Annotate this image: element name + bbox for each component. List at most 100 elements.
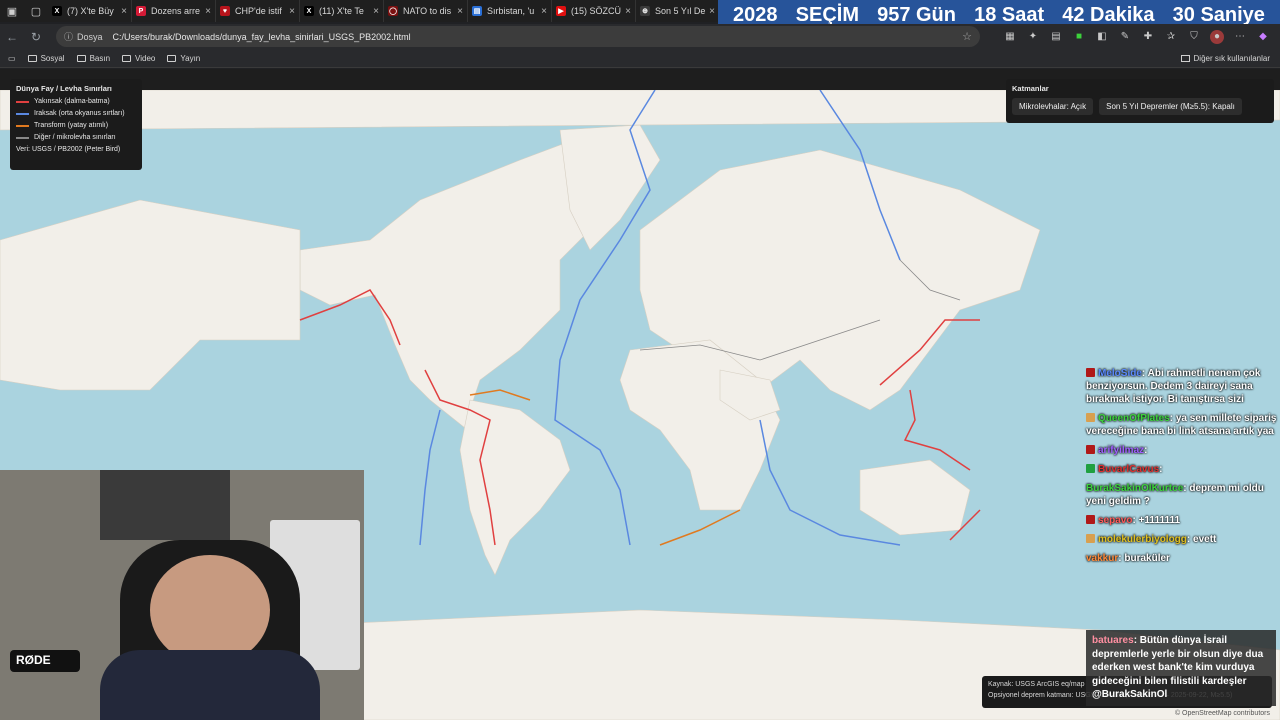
legend-title: Dünya Fay / Levha Sınırları xyxy=(16,84,112,93)
extension-icon[interactable]: ✦ xyxy=(1026,30,1040,44)
scheme-label: Dosya xyxy=(77,31,103,42)
chat-badge-icon xyxy=(1086,413,1095,422)
chat-username: arifyilmaz xyxy=(1098,445,1145,456)
chat-badge-icon xyxy=(1086,368,1095,377)
chat-username: BuvarlCavus xyxy=(1098,464,1160,475)
toggle-earthquakes-button[interactable]: Son 5 Yıl Depremler (M≥5.5): Kapalı xyxy=(1099,98,1242,115)
chat-badge-icon xyxy=(1086,464,1095,473)
webcam-overlay: RØDE xyxy=(0,470,364,720)
chat-message: QueenOfPlates: ya sen millete sipariş ve… xyxy=(1086,413,1277,437)
address-bar[interactable]: ⓘ Dosya C:/Users/burak/Downloads/dunya_f… xyxy=(56,26,980,47)
shield-icon[interactable]: ⛉ xyxy=(1187,30,1201,44)
tab-title: Son 5 Yıl De xyxy=(655,6,706,16)
chat-message: MeloSide: Abi rahmetli nenem çok benziyo… xyxy=(1086,368,1261,405)
person xyxy=(150,555,270,665)
browser-tab[interactable]: P Dozens arre × xyxy=(132,0,216,22)
legend-label: Yakınsak (dalma-batma) xyxy=(34,98,110,105)
tab-title: (15) SÖZCÜ xyxy=(571,6,622,16)
extension-icon[interactable]: ▤ xyxy=(1049,30,1063,44)
microphone: RØDE xyxy=(10,650,80,672)
copilot-icon[interactable]: ◆ xyxy=(1256,30,1270,44)
folder-icon xyxy=(76,55,86,62)
close-tab-icon[interactable]: × xyxy=(205,6,211,17)
tab-favicon-icon: X xyxy=(52,6,62,16)
chat-message: BurakSakinOlKurtce: deprem mi oldu yeni … xyxy=(1086,483,1264,507)
bookmark-star-icon[interactable]: ☆ xyxy=(962,30,972,43)
other-bookmarks[interactable]: Diğer sık kullanılanlar xyxy=(1180,54,1270,63)
bookmark-label: Basın xyxy=(89,54,111,63)
chat-username: QueenOfPlates xyxy=(1098,413,1170,424)
tab-list: X (7) X'te Büy × P Dozens arre × ♥ CHP'de istif… xyxy=(48,0,720,22)
browser-tab[interactable]: ⊕ Son 5 Yıl De × xyxy=(636,0,720,22)
profile-avatar-icon[interactable]: ● xyxy=(1210,30,1224,44)
bookmark-folders: Sosyal Basın Video Yayın xyxy=(16,54,200,63)
info-icon[interactable]: ⓘ xyxy=(64,30,73,43)
bookmark-folder[interactable]: Basın xyxy=(76,54,111,63)
bookmark-folder[interactable]: Sosyal xyxy=(27,54,65,63)
more-menu-icon[interactable]: ⋯ xyxy=(1233,30,1247,44)
chat-last-message: batuares: Bütün dünya İsrail depremlerle… xyxy=(1086,630,1276,706)
background-shelf xyxy=(100,470,230,540)
browser-tab[interactable]: ◯ NATO to dis × xyxy=(384,0,468,22)
browser-tab[interactable]: X (11) X'te Te × xyxy=(300,0,384,22)
tab-title: (11) X'te Te xyxy=(319,6,364,16)
close-tab-icon[interactable]: × xyxy=(457,6,463,17)
bookmark-label: Yayın xyxy=(180,54,201,63)
tab-favicon-icon: P xyxy=(136,6,146,16)
url-text[interactable]: C:/Users/burak/Downloads/dunya_fay_levha… xyxy=(113,32,411,42)
browser-tab[interactable]: ♥ CHP'de istif × xyxy=(216,0,300,22)
back-icon[interactable]: ← xyxy=(0,30,24,44)
chat-username: MeloSide xyxy=(1098,368,1142,379)
chat-badge-icon xyxy=(1086,515,1095,524)
legend-source: Veri: USGS / PB2002 (Peter Bird) xyxy=(16,146,121,153)
chat-message: arifyilmaz: xyxy=(1086,444,1280,457)
extension-icon[interactable]: ▦ xyxy=(1003,30,1017,44)
browser-tab[interactable]: ▤ Sırbistan, 'u × xyxy=(468,0,552,22)
folder-icon xyxy=(1180,55,1190,62)
extension-icon[interactable]: ■ xyxy=(1072,30,1086,44)
extensions-puzzle-icon[interactable]: ✚ xyxy=(1141,30,1155,44)
tab-title: CHP'de istif xyxy=(235,6,282,16)
chat-badge-icon xyxy=(1086,534,1095,543)
tab-favicon-icon: ♥ xyxy=(220,6,230,16)
reading-list-icon[interactable]: ▭ xyxy=(8,54,16,63)
reload-icon[interactable]: ↻ xyxy=(24,30,48,44)
close-tab-icon[interactable]: × xyxy=(289,6,295,17)
tab-actions-icon[interactable]: ▢ xyxy=(24,0,48,22)
layers-title: Katmanlar xyxy=(1012,84,1049,93)
extension-toolbar: ▦ ✦ ▤ ■ ◧ ✎ ✚ ✰ ⛉ ● ⋯ ◆ xyxy=(1003,30,1270,44)
chat-username: batuares xyxy=(1092,635,1134,646)
tab-favicon-icon: ◯ xyxy=(388,6,398,16)
folder-icon xyxy=(167,55,177,62)
close-tab-icon[interactable]: × xyxy=(121,6,127,17)
chat-username: molekulerbiyologg xyxy=(1098,534,1187,545)
chat-text: evett xyxy=(1193,534,1217,545)
close-tab-icon[interactable]: × xyxy=(541,6,547,17)
chat-message: vakkur: buraküler xyxy=(1086,553,1170,564)
browser-tab[interactable]: ▶ (15) SÖZCÜ × xyxy=(552,0,636,22)
layers-panel: Katmanlar Mikrolevhalar: Açık Son 5 Yıl … xyxy=(1006,79,1274,123)
close-tab-icon[interactable]: × xyxy=(373,6,379,17)
extension-icon[interactable]: ✎ xyxy=(1118,30,1132,44)
chat-message: molekulerbiyologg: evett xyxy=(1086,533,1280,546)
tab-title: Dozens arre xyxy=(151,6,201,16)
browser-tab[interactable]: X (7) X'te Büy × xyxy=(48,0,132,22)
bookmark-label: Video xyxy=(135,54,156,63)
close-tab-icon[interactable]: × xyxy=(625,6,631,17)
toggle-microplates-button[interactable]: Mikrolevhalar: Açık xyxy=(1012,98,1094,115)
chat-username: vakkur xyxy=(1086,553,1119,564)
favorites-icon[interactable]: ✰ xyxy=(1164,30,1178,44)
tab-favicon-icon: ⊕ xyxy=(640,6,650,16)
chat-message: BuvarlCavus: xyxy=(1086,463,1280,476)
bookmark-folder[interactable]: Video xyxy=(122,54,155,63)
workspaces-icon[interactable]: ▣ xyxy=(0,0,24,22)
toolbar: ← ↻ ⓘ Dosya C:/Users/burak/Downloads/dun… xyxy=(0,24,1280,50)
close-tab-icon[interactable]: × xyxy=(709,6,715,17)
extension-icon[interactable]: ◧ xyxy=(1095,30,1109,44)
legend-swatch xyxy=(16,100,29,103)
folder-icon xyxy=(27,55,37,62)
chat-text: +1111111 xyxy=(1138,515,1181,526)
chat-username: sepavo xyxy=(1098,515,1133,526)
bookmark-folder[interactable]: Yayın xyxy=(167,54,200,63)
legend-item: Transform (yatay atımlı) xyxy=(16,122,136,129)
